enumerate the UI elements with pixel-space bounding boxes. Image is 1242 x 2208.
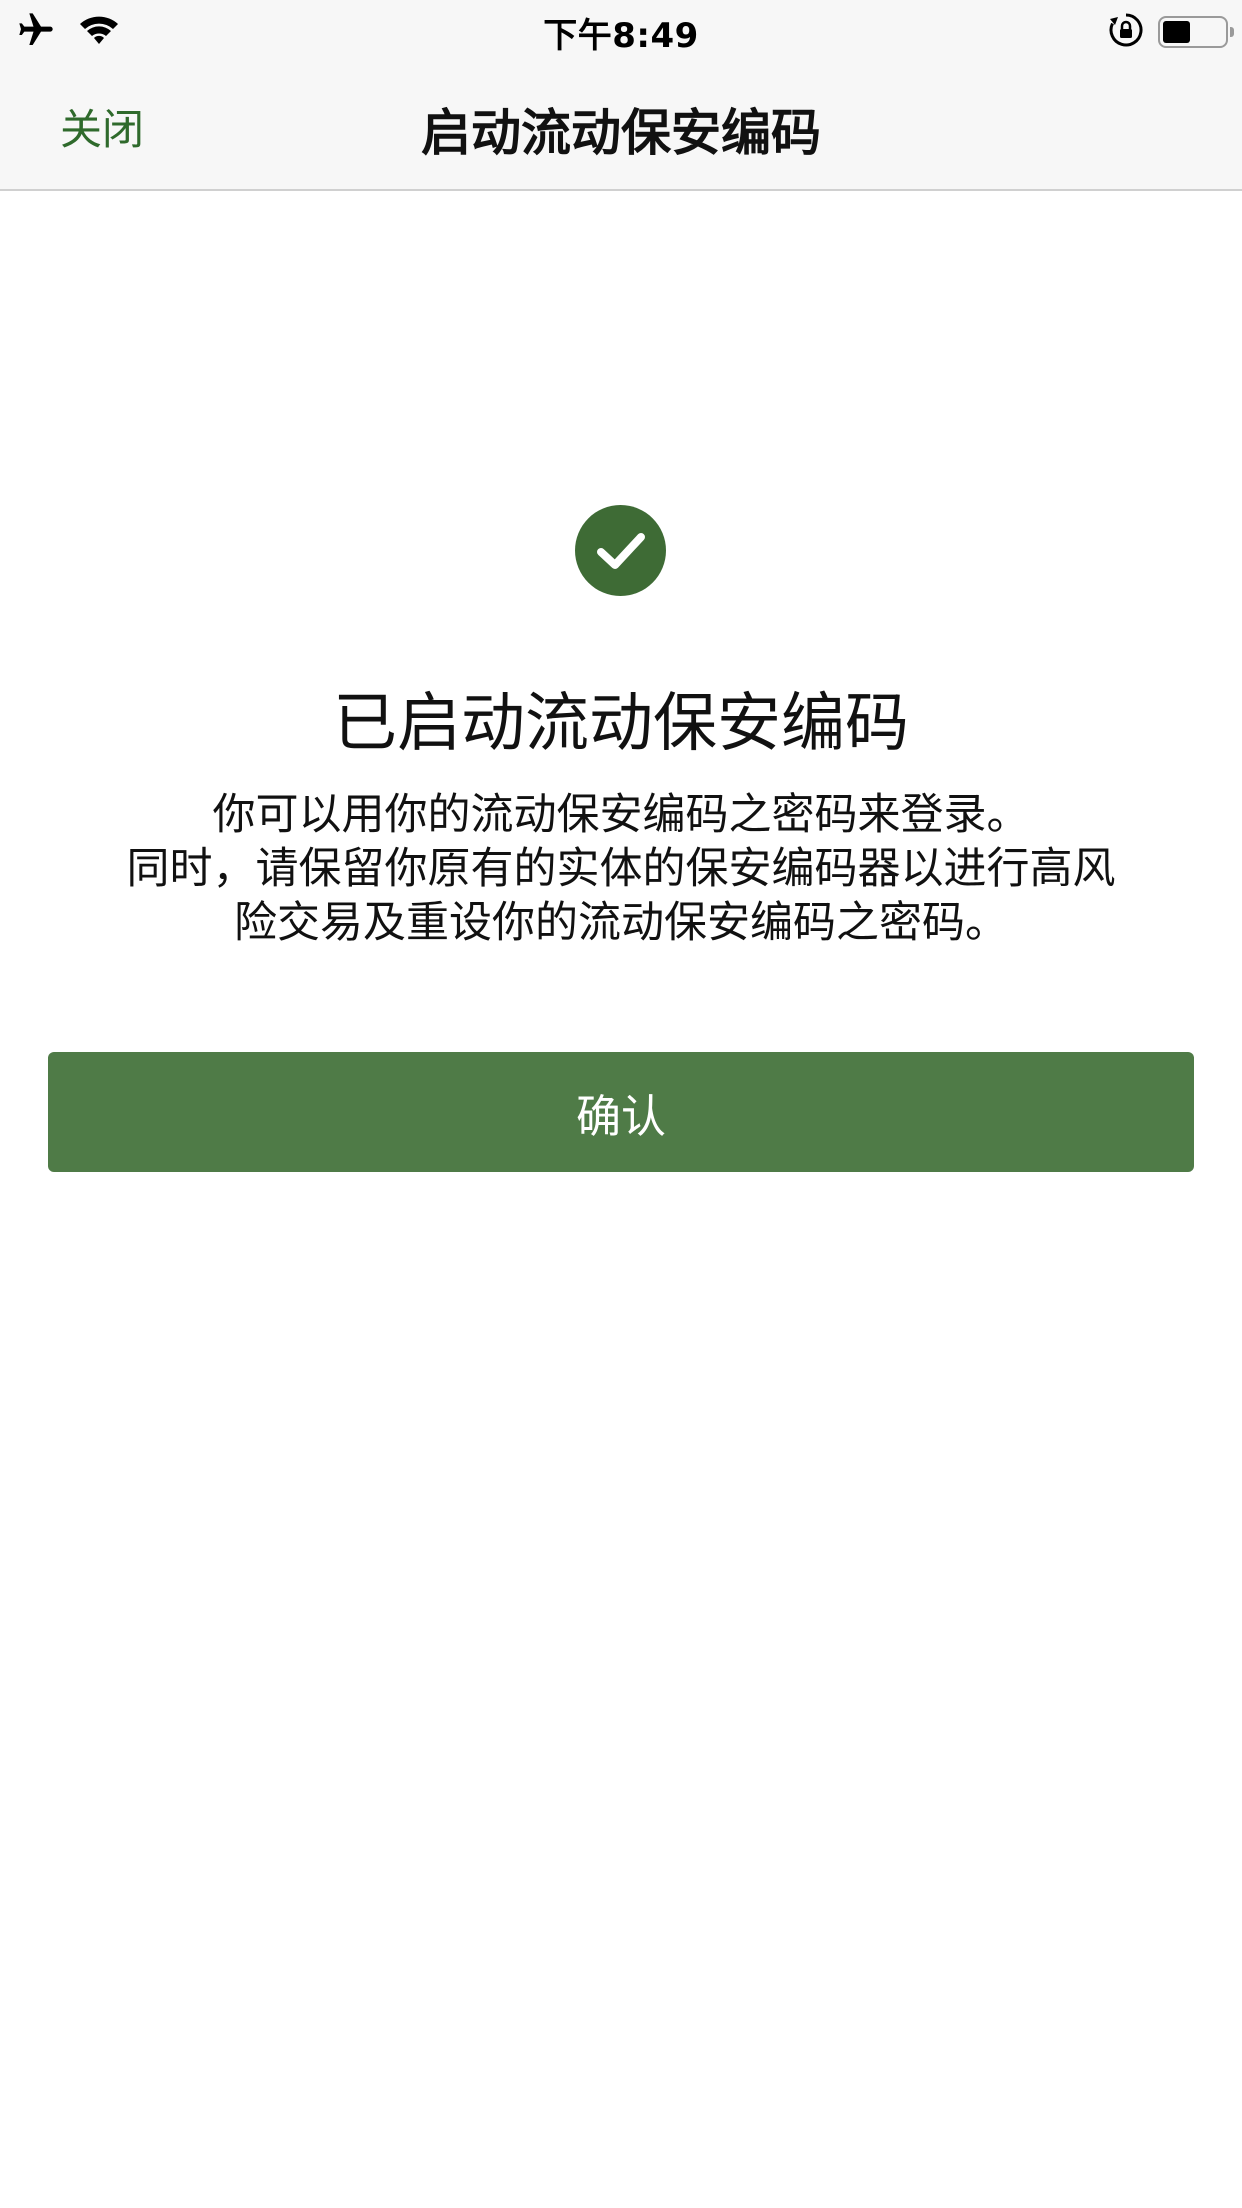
status-bar-right xyxy=(1108,12,1234,52)
confirm-button[interactable]: 确认 xyxy=(48,1052,1194,1172)
page-title: 启动流动保安编码 xyxy=(421,104,821,162)
navigation-bar: 关闭 启动流动保安编码 xyxy=(0,60,1242,191)
message-line: 你可以用你的流动保安编码之密码来登录。 xyxy=(212,790,1030,840)
success-check-icon xyxy=(575,505,666,596)
success-message: 你可以用你的流动保安编码之密码来登录。 同时，请保留你原有的实体的保安编码器以进… xyxy=(40,788,1202,950)
orientation-lock-icon xyxy=(1108,12,1144,52)
message-line: 同时，请保留你原有的实体的保安编码器以进行高风 xyxy=(126,844,1116,894)
battery-level xyxy=(1163,21,1190,43)
status-bar: 下午8:49 xyxy=(0,0,1242,60)
confirm-button-label: 确认 xyxy=(575,1089,666,1143)
battery-icon xyxy=(1158,16,1234,48)
message-line: 险交易及重设你的流动保安编码之密码。 xyxy=(234,898,1008,948)
battery-tip xyxy=(1230,27,1234,37)
status-time: 下午8:49 xyxy=(543,16,699,56)
success-headline: 已启动流动保安编码 xyxy=(333,687,909,761)
